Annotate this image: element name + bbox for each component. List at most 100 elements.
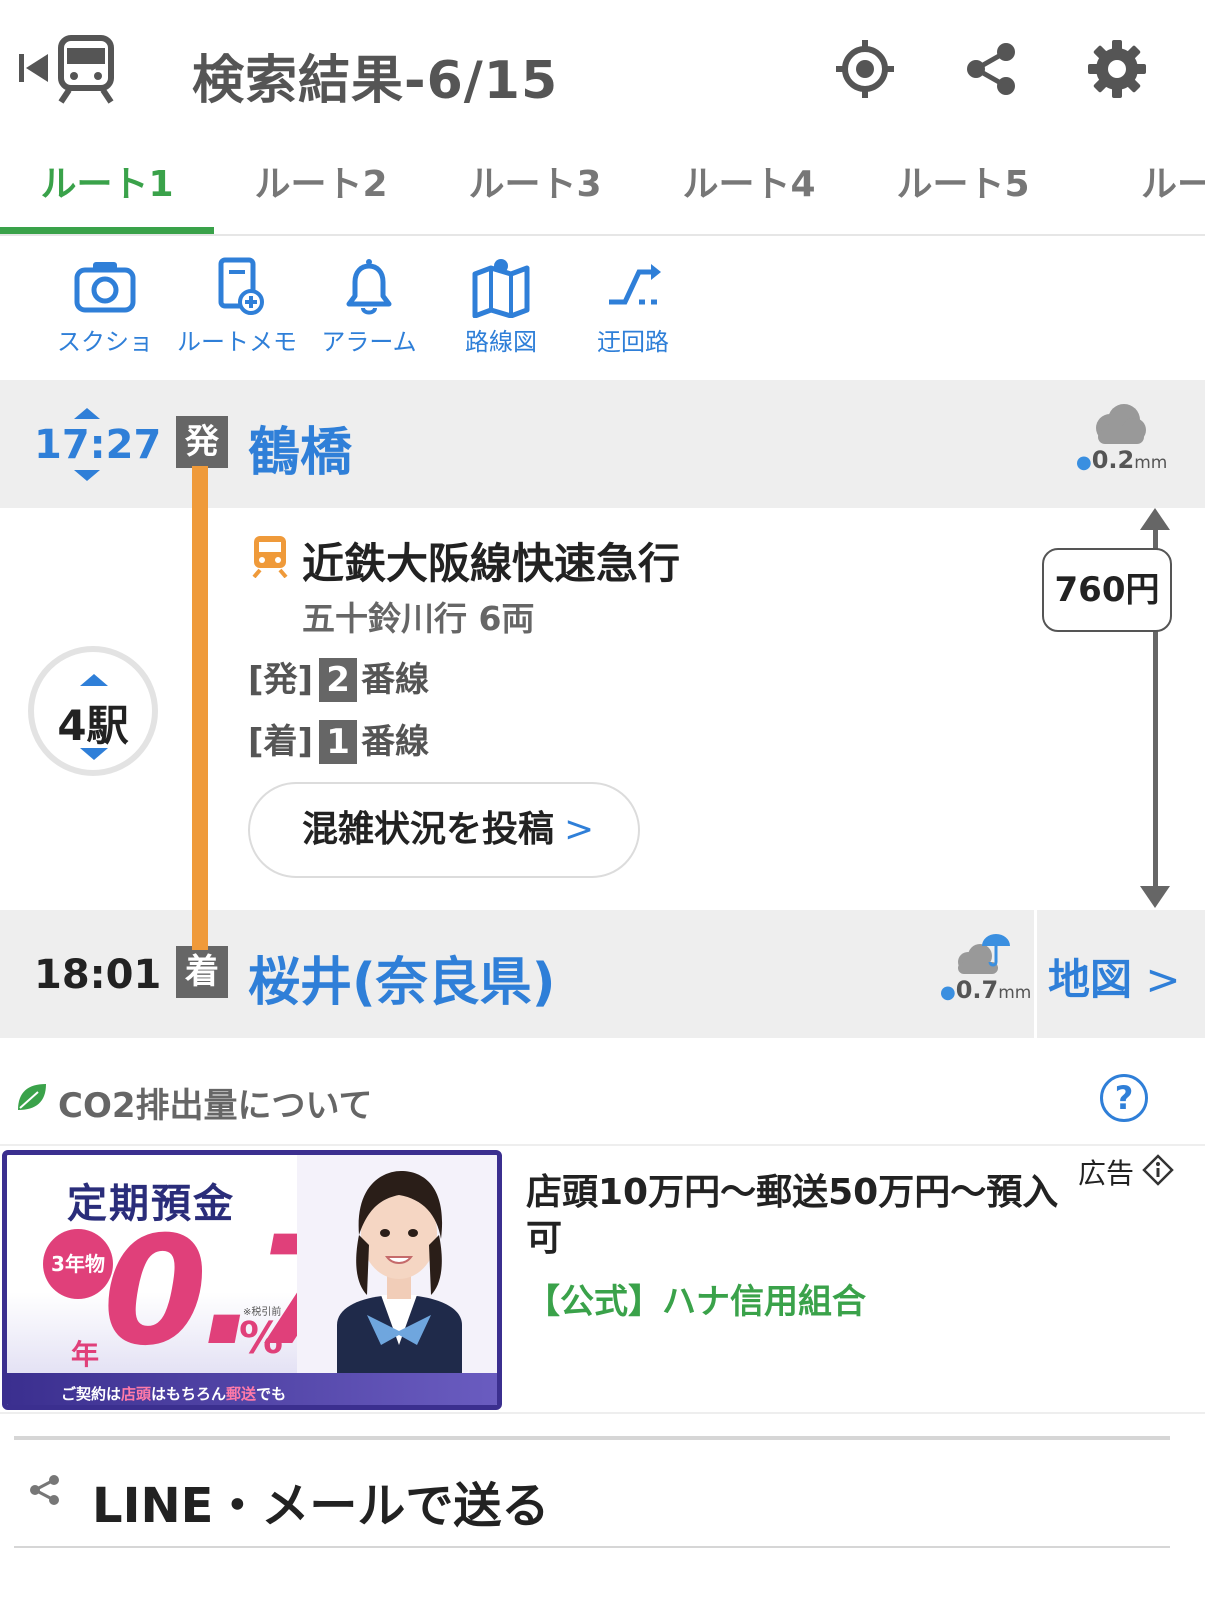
ad-banner-footer-4: 郵送 (226, 1385, 257, 1403)
detour-label: 迂回路 (597, 328, 669, 356)
time-earlier-arrow[interactable] (74, 408, 100, 419)
alarm-label: アラーム (321, 328, 417, 356)
detour-button[interactable]: 迂回路 (568, 256, 698, 357)
screenshot-label: スクショ (57, 328, 153, 356)
bell-icon (346, 259, 392, 315)
memo-add-icon (218, 257, 264, 315)
departure-platform-number: 2 (319, 658, 358, 702)
umbrella-cloud-icon (958, 934, 1010, 974)
train-logo-icon[interactable] (55, 34, 117, 104)
help-icon[interactable]: ? (1100, 1074, 1148, 1122)
map-link[interactable]: 地図 > (1048, 946, 1181, 1007)
expand-down-icon (80, 748, 108, 760)
co2-label: CO2排出量について (58, 1086, 373, 1126)
current-location-icon[interactable] (834, 38, 896, 100)
co2-info-row[interactable]: CO2排出量について ? (0, 1038, 1205, 1146)
fare-amount[interactable]: 760円 (1042, 548, 1172, 632)
ad-person-image (297, 1155, 497, 1373)
tab-route-2[interactable]: ルート2 (214, 140, 428, 234)
arrival-platform-number: 1 (319, 720, 358, 764)
map-link-label: 地図 (1048, 955, 1133, 1004)
screenshot-button[interactable]: スクショ (40, 256, 170, 357)
ad-banner-footer-2: 店頭 (121, 1385, 152, 1403)
alarm-button[interactable]: アラーム (304, 256, 434, 357)
ad-banner-image[interactable]: 定期預金 0.7 3年物 年 ※税引前 % ご契約は店頭はもちろん郵送でも (2, 1150, 502, 1410)
tab-route-1[interactable]: ルート1 (0, 140, 214, 234)
share-label: LINE・メールで送る (92, 1478, 550, 1534)
route-map-label: 路線図 (465, 328, 537, 356)
page-title: 検索結果-6/15 (192, 51, 559, 111)
tab-route-3[interactable]: ルート3 (428, 140, 642, 234)
arrival-row[interactable]: 18:01 着 桜井(奈良県) ●0.7mm 地図 > (0, 910, 1205, 1038)
advertisement[interactable]: 定期預金 0.7 3年物 年 ※税引前 % ご契約は店頭はもちろん郵送でも 店頭… (0, 1148, 1205, 1414)
route-memo-label: ルートメモ (177, 328, 297, 356)
map-divider (1034, 910, 1037, 1038)
stops-count-button[interactable]: 4駅 (28, 646, 158, 776)
arrival-badge: 着 (176, 946, 228, 998)
divider (14, 1546, 1170, 1548)
app-header: 検索結果-6/15 (0, 0, 1205, 140)
arrival-platform-suffix: 番線 (361, 722, 430, 762)
arrival-station[interactable]: 桜井(奈良県) (248, 940, 556, 1015)
divider (14, 1436, 1170, 1440)
departure-platform-label: [発] (248, 660, 314, 700)
line-name[interactable]: 近鉄大阪線快速急行 (302, 530, 680, 591)
departure-precip-unit: mm (1134, 453, 1168, 473)
route-tabs: ルート1 ルート2 ルート3 ルート4 ルート5 ルー (0, 140, 1205, 236)
post-crowding-button[interactable]: 混雑状況を投稿 > (248, 782, 640, 878)
share-icon (30, 1475, 59, 1505)
ad-banner-badge: 3年物 (43, 1229, 113, 1299)
cloud-icon (1096, 404, 1146, 444)
ad-banner-footer-3: はもちろん (151, 1385, 227, 1403)
camera-icon (74, 262, 136, 313)
chevron-right-icon: > (564, 809, 595, 850)
share-line-mail-button[interactable]: LINE・メールで送る (0, 1444, 1205, 1544)
route-segment: 4駅 近鉄大阪線快速急行 五十鈴川行 6両 [発] 2 番線 [着] 1 番線 混雑状況… (0, 508, 1205, 910)
route-map-button[interactable]: 路線図 (436, 256, 566, 357)
arrival-time: 18:01 (34, 952, 162, 998)
raindrop-icon: ● (940, 982, 956, 1003)
ad-label: 広告 (1078, 1157, 1135, 1190)
stops-count: 4駅 (57, 701, 129, 750)
ad-title[interactable]: 店頭10万円〜郵送50万円〜預入可 (526, 1170, 1066, 1262)
arrival-platform: [着] 1 番線 (248, 714, 429, 764)
tab-route-6[interactable]: ルー (1070, 140, 1205, 234)
arrival-precip-unit: mm (998, 983, 1032, 1003)
departure-platform-suffix: 番線 (361, 660, 430, 700)
ad-banner-footer-5: でも (256, 1385, 287, 1403)
departure-weather: ●0.2mm (1076, 402, 1167, 474)
ad-source[interactable]: 【公式】ハナ信用組合 (526, 1274, 866, 1323)
departure-row[interactable]: 17:27 発 鶴橋 ●0.2mm (0, 380, 1205, 508)
chevron-right-icon: > (1132, 955, 1181, 1004)
active-tab-indicator (0, 227, 214, 234)
route-line-bar (192, 466, 208, 950)
expand-up-icon (80, 674, 108, 686)
arrival-platform-label: [着] (248, 722, 314, 762)
route-memo-button[interactable]: ルートメモ (172, 256, 302, 357)
ad-banner-percent: % (239, 1313, 284, 1364)
share-icon[interactable] (960, 38, 1022, 100)
train-icon (252, 536, 288, 578)
tab-route-4[interactable]: ルート4 (642, 140, 856, 234)
fare-arrow-down-icon (1140, 886, 1170, 908)
departure-station[interactable]: 鶴橋 (248, 410, 352, 485)
arrival-weather: ●0.7mm (940, 932, 1031, 1004)
raindrop-icon: ● (1076, 452, 1092, 473)
settings-gear-icon[interactable] (1086, 38, 1148, 100)
departure-precip: 0.2 (1091, 446, 1135, 474)
line-destination: 五十鈴川行 6両 (302, 599, 535, 638)
post-crowding-label: 混雑状況を投稿 (302, 809, 555, 850)
ad-banner-prefix: 年 (71, 1338, 100, 1371)
time-later-arrow[interactable] (74, 470, 100, 481)
route-map-icon (472, 259, 530, 318)
ad-info-icon[interactable] (1142, 1154, 1174, 1186)
ad-banner-footer-1: ご契約は (61, 1385, 122, 1403)
action-bar: スクショ ルートメモ アラーム 路線図 迂回路 (0, 238, 1205, 380)
departure-badge: 発 (176, 416, 228, 468)
back-to-start-icon[interactable] (14, 48, 54, 88)
leaf-icon (18, 1084, 46, 1110)
tab-route-5[interactable]: ルート5 (856, 140, 1070, 234)
departure-platform: [発] 2 番線 (248, 652, 429, 702)
ad-banner-footer: ご契約は店頭はもちろん郵送でも (7, 1373, 497, 1405)
departure-time[interactable]: 17:27 (34, 422, 161, 468)
